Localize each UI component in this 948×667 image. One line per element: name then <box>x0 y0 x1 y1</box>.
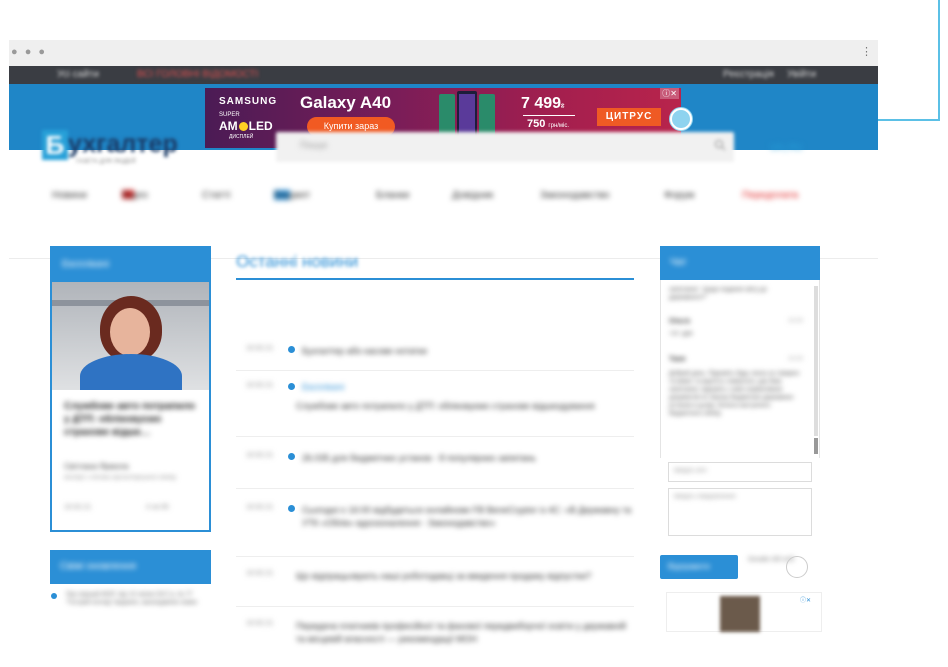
search-icon[interactable] <box>714 139 726 151</box>
chat-author: Таня <box>669 356 686 363</box>
language-switcher[interactable]: UA | RU <box>770 142 802 152</box>
featured-author-role: експерт з питань бухгалтерського обліку <box>64 475 177 481</box>
chat-widget: Чат запитання: "Щодо подання звіту до де… <box>660 246 820 558</box>
chat-author: Ольга <box>669 318 690 325</box>
news-headline: Сьогодні о 16:00 відбудеться онлайнове F… <box>302 505 632 528</box>
featured-card-title: Експлікачі <box>62 259 109 270</box>
news-headline: Передача платників професійної та фахово… <box>296 621 627 644</box>
ad-close-icon[interactable]: ⓘ✕ <box>660 88 679 99</box>
ad-model-name: Galaxy A40 <box>300 93 392 112</box>
news-time: 10.02.21 <box>246 570 274 577</box>
nav-item-subscription[interactable]: Передплата <box>742 190 798 201</box>
ad-choices-icon[interactable]: ⓘ✕ <box>800 595 811 604</box>
callout-marker-icon <box>670 108 692 130</box>
news-time: 10.02.21 <box>246 504 274 511</box>
news-time: 10.02.21 <box>246 620 274 627</box>
search-placeholder: Пошук <box>300 140 328 150</box>
news-divider <box>236 556 634 557</box>
bullet-icon <box>288 383 295 390</box>
nav-item-articles[interactable]: Статті <box>202 190 230 201</box>
refresh-icon[interactable] <box>786 556 808 578</box>
news-headline: 26.035 для бюджетних установ - 8 популяр… <box>302 453 536 463</box>
news-divider <box>236 488 634 489</box>
chat-message-placeholder: Введіть повідомлення <box>674 494 736 500</box>
nav-item-forum[interactable]: Форум <box>664 190 694 201</box>
chat-message: ТОГ дуж <box>669 331 693 337</box>
bullet-icon <box>51 593 57 599</box>
chat-send-label: Відправити <box>668 562 710 571</box>
chat-message: Добрий день. Підкажіть будь ласка за тов… <box>669 371 801 417</box>
site-logo[interactable]: Б ухгалтер ГАЗЕТА ДЛЯ ЛЮДЕЙ <box>42 130 192 166</box>
chat-time: 10:20 <box>787 318 803 324</box>
sidebar-ad-image <box>720 596 760 632</box>
login-link[interactable]: Увійти <box>787 69 816 80</box>
register-link[interactable]: Реєстрація <box>723 69 774 80</box>
news-time: 10.02.21 <box>246 382 274 389</box>
screenshot-root: ● ● ● ⋮ Усі сайти ВСІ ГОЛОВНІ ВІДОМОСТІ … <box>0 0 948 667</box>
fresh-updates-header: Свіжі оновлення <box>50 550 211 584</box>
ad-brand-logo: SAMSUNG <box>219 96 278 107</box>
news-divider <box>236 370 634 371</box>
nav-item-forms[interactable]: Бланки <box>376 190 409 201</box>
all-sites-menu[interactable]: Усі сайти <box>57 69 99 80</box>
chat-time: 10:20 <box>787 356 803 362</box>
news-headline: Бухгалтер або касове нотатки <box>302 346 427 356</box>
featured-card-header: Експлікачі <box>52 248 209 282</box>
news-divider <box>236 606 634 607</box>
news-headline: Що відпрацьовують наші роботодавці за вв… <box>296 571 592 581</box>
window-controls-icon[interactable]: ● ● ● <box>11 46 47 58</box>
promo-link[interactable]: ВСІ ГОЛОВНІ ВІДОМОСТІ <box>137 69 258 80</box>
main-nav: Новини Відео Статті Бюджет Бланки Довідн… <box>52 190 799 201</box>
ad-display-label: ДИСПЛЕЙ <box>229 134 254 140</box>
logo-text: ухгалтер <box>68 130 178 158</box>
ad-price-full: 7 499₴ <box>521 95 565 112</box>
nav-item-legislation[interactable]: Законодавство <box>540 190 609 201</box>
search-input[interactable] <box>276 132 734 162</box>
fresh-updates-title: Свіжі оновлення <box>60 561 137 572</box>
news-category[interactable]: Експлікачі <box>302 382 344 392</box>
nav-item-reference[interactable]: Довідник <box>452 190 493 201</box>
news-headline: Службове авто потрапило у ДТП: обліковує… <box>296 401 595 411</box>
bullet-icon <box>288 505 295 512</box>
news-time: 10.02.21 <box>246 452 274 459</box>
latest-news-title: Останні новини <box>236 252 359 271</box>
logo-tagline: ГАЗЕТА ДЛЯ ЛЮДЕЙ <box>76 159 136 165</box>
chat-name-placeholder: Введіть ім'я <box>674 468 707 474</box>
fresh-update-item[interactable]: Про перший ФОП. Що 10 липня 2017 р. № 77… <box>66 591 212 607</box>
bullet-icon <box>288 346 295 353</box>
nav-item-news[interactable]: Новини <box>52 190 87 201</box>
callout-line <box>938 0 940 121</box>
ad-super-label: SUPER <box>219 112 240 118</box>
featured-meta: 4 хв 95 <box>146 504 169 511</box>
author-photo <box>52 282 209 390</box>
more-options-icon[interactable]: ⋮ <box>861 45 872 58</box>
browser-toolbar: ● ● ● ⋮ <box>9 40 878 66</box>
ad-amoled-label: AM LED <box>219 119 273 133</box>
news-time: 10.02.21 <box>246 345 274 352</box>
bullet-icon <box>288 453 295 460</box>
chat-title: Чат <box>670 257 687 268</box>
news-divider <box>236 436 634 437</box>
featured-card[interactable]: Експлікачі Службове авто потрапило у ДТП… <box>50 246 211 532</box>
chat-messages[interactable]: запитання: "Щодо подання звіту до держав… <box>660 280 820 458</box>
ad-price-month: 750 грн/міс. <box>527 118 570 130</box>
featured-author-name: Світлана Ярмола <box>64 462 129 471</box>
featured-article-title[interactable]: Службове авто потрапило у ДТП: обліковує… <box>64 400 200 439</box>
featured-date: 10.02.21 <box>64 504 92 511</box>
ad-price-divider <box>523 115 575 116</box>
ad-retailer-logo: ЦИТРУС <box>597 108 661 126</box>
chat-message: запитання: "Щодо подання звіту до держав… <box>669 287 767 301</box>
site-topbar: Усі сайти ВСІ ГОЛОВНІ ВІДОМОСТІ Реєстрац… <box>9 66 878 84</box>
logo-mark: Б <box>42 130 68 160</box>
chat-scrollbar[interactable] <box>814 286 818 436</box>
chat-header: Чат <box>660 246 820 280</box>
latest-news-rule <box>236 278 634 280</box>
chat-scrollbar-thumb[interactable] <box>814 438 818 454</box>
